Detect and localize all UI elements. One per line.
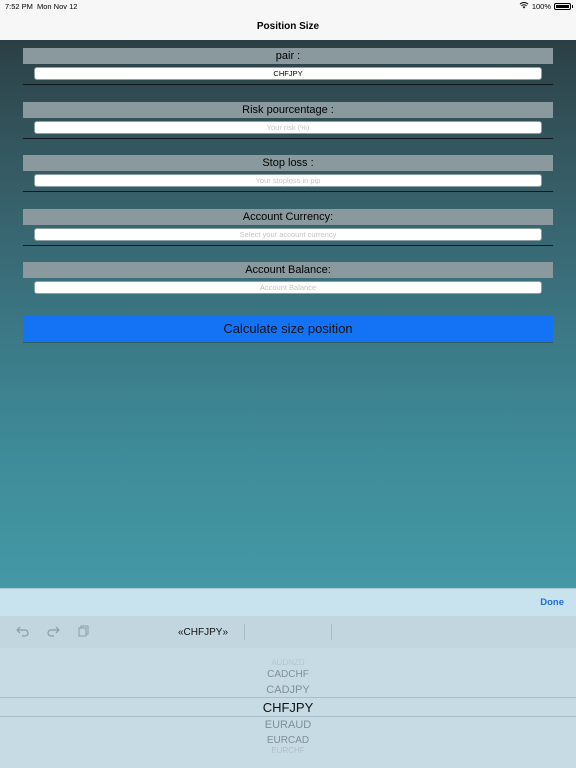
status-right: 100% — [519, 1, 573, 11]
currency-pair-picker[interactable]: AUDNZD CADCHF CADJPY CHFJPY EURAUD EURCA… — [0, 648, 576, 768]
picker-item[interactable]: EURCHF — [0, 746, 576, 755]
picker-item-selected[interactable]: CHFJPY — [0, 700, 576, 715]
divider — [244, 624, 245, 640]
field-label-currency: Account Currency: — [23, 209, 553, 225]
battery-icon — [554, 2, 573, 10]
picker-item[interactable]: EURCAD — [0, 735, 576, 746]
form-area: pair : Risk pourcentage : Stop loss : Ac… — [0, 40, 576, 588]
account-currency-input[interactable] — [34, 228, 542, 241]
status-time: 7:52 PM — [5, 2, 33, 11]
field-label-balance: Account Balance: — [23, 262, 553, 278]
picker-item[interactable]: AUDNZD — [0, 658, 576, 667]
done-button[interactable]: Done — [540, 597, 564, 608]
undo-icon[interactable] — [16, 625, 30, 639]
field-label-risk: Risk pourcentage : — [23, 102, 553, 118]
divider — [331, 624, 332, 640]
picker-item[interactable]: CADJPY — [0, 684, 576, 696]
divider — [23, 84, 553, 85]
calculate-button[interactable]: Calculate size position — [23, 315, 553, 342]
navigation-bar: Position Size — [0, 12, 576, 41]
divider — [23, 245, 553, 246]
status-bar: 7:52 PM Mon Nov 12 100% — [0, 0, 576, 12]
picker-selection-line — [0, 716, 576, 717]
wifi-icon — [519, 1, 529, 11]
risk-percentage-input[interactable] — [34, 121, 542, 134]
redo-icon[interactable] — [46, 625, 60, 639]
shortcut-bar: «CHFJPY» — [0, 616, 576, 648]
picker-item[interactable]: EURAUD — [0, 719, 576, 731]
picker-selection-line — [0, 697, 576, 698]
field-group-stoploss: Stop loss : — [23, 155, 553, 192]
paste-icon[interactable] — [77, 625, 91, 639]
battery-percent: 100% — [531, 1, 551, 11]
field-label-stoploss: Stop loss : — [23, 155, 553, 171]
field-group-pair: pair : — [23, 48, 553, 85]
divider — [23, 191, 553, 192]
account-balance-input[interactable] — [34, 281, 542, 294]
pair-input[interactable] — [34, 67, 542, 80]
picker-item[interactable]: CADCHF — [0, 669, 576, 680]
keyboard-toolbar: Done — [0, 588, 576, 617]
page-title: Position Size — [256, 20, 320, 32]
field-label-pair: pair : — [23, 48, 553, 64]
field-group-risk: Risk pourcentage : — [23, 102, 553, 139]
stop-loss-input[interactable] — [34, 174, 542, 187]
status-date: Mon Nov 12 — [37, 2, 78, 11]
field-group-balance: Account Balance: — [23, 262, 553, 294]
field-group-currency: Account Currency: — [23, 209, 553, 246]
divider — [23, 138, 553, 139]
autocorrect-suggestion[interactable]: «CHFJPY» — [178, 627, 228, 638]
